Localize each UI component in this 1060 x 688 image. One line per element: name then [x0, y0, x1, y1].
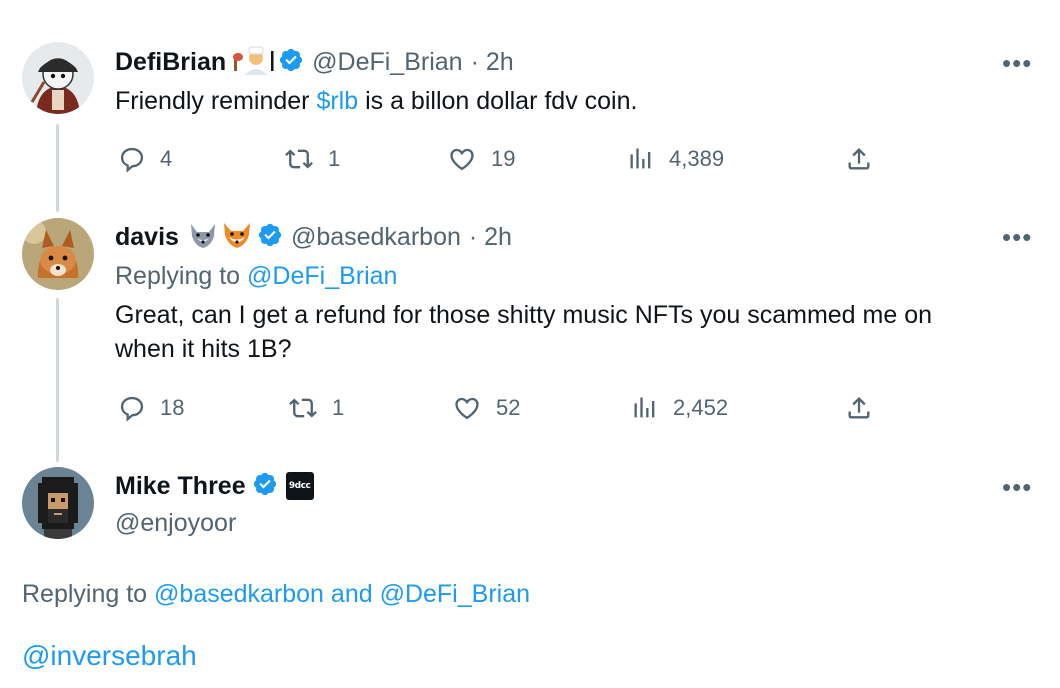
share-button[interactable]	[845, 145, 873, 173]
thread-line	[56, 298, 59, 462]
affiliate-badge[interactable]: 9dcc	[285, 472, 314, 500]
retweet-icon	[288, 394, 318, 422]
more-icon[interactable]: •••	[1002, 224, 1032, 250]
wolf-emoji-icon	[187, 220, 219, 255]
retweet-icon	[284, 145, 314, 173]
like-button[interactable]: 19	[447, 145, 515, 173]
mention-link[interactable]: @basedkarbon	[154, 580, 324, 609]
cashtag-link[interactable]: $rlb	[316, 84, 358, 118]
tweet-text: Friendly reminder $rlb is a billon dolla…	[115, 84, 637, 118]
display-name[interactable]: Mike Three	[115, 472, 246, 501]
display-name[interactable]: davis	[115, 223, 179, 252]
tweet-text-part: Friendly reminder	[115, 87, 317, 115]
share-icon	[845, 394, 873, 422]
views-button[interactable]: 4,389	[627, 145, 724, 173]
mention-link[interactable]: @inversebrah	[22, 640, 197, 672]
reply-button[interactable]: 18	[118, 394, 184, 422]
share-icon	[845, 145, 873, 173]
views-count: 4,389	[669, 146, 725, 171]
tweet-text-line: when it hits 1B?	[115, 335, 292, 363]
more-icon[interactable]: •••	[1002, 50, 1032, 76]
verified-icon	[252, 471, 278, 502]
like-button[interactable]: 52	[452, 394, 520, 422]
views-icon	[627, 145, 655, 173]
verified-icon	[278, 47, 304, 78]
handle[interactable]: @basedkarbon	[291, 223, 461, 252]
tweet-text: Great, can I get a refund for those shit…	[115, 298, 1045, 366]
views-icon	[631, 394, 659, 422]
timestamp[interactable]: · 2h	[471, 48, 514, 77]
like-icon	[452, 394, 482, 422]
replying-label: Replying to	[22, 579, 155, 608]
replying-and: and	[323, 579, 380, 608]
handle[interactable]: @enjoyoor	[115, 509, 236, 538]
retweet-button[interactable]: 1	[284, 145, 340, 173]
avatar[interactable]	[22, 467, 94, 539]
share-button[interactable]	[845, 394, 873, 422]
timestamp[interactable]: · 2h	[469, 223, 512, 252]
tweet-text-line: Great, can I get a refund for those shit…	[115, 301, 933, 329]
reply-icon	[118, 145, 146, 173]
tweet-text-part: is a billon dollar fdv coin.	[358, 87, 638, 115]
reply-icon	[118, 394, 146, 422]
replying-label: Replying to	[115, 261, 248, 290]
retweet-count: 1	[332, 395, 345, 420]
mention-link[interactable]: @DeFi_Brian	[247, 262, 397, 291]
avatar[interactable]	[22, 218, 94, 290]
affiliate-badge-label: 9dcc	[288, 481, 311, 491]
verified-icon	[257, 222, 283, 253]
views-count: 2,452	[673, 395, 729, 420]
retweet-count: 1	[328, 146, 341, 171]
emoji-decoration	[232, 45, 274, 80]
handle[interactable]: @DeFi_Brian	[312, 48, 462, 77]
like-count: 52	[496, 395, 521, 420]
fox-emoji-icon	[221, 220, 253, 255]
views-button[interactable]: 2,452	[631, 394, 728, 422]
mention-link[interactable]: @DeFi_Brian	[380, 580, 530, 609]
like-count: 19	[491, 146, 516, 171]
reply-button[interactable]: 4	[118, 145, 172, 173]
thread-line	[56, 124, 59, 212]
reply-count: 4	[160, 146, 173, 171]
more-icon[interactable]: •••	[1002, 474, 1032, 500]
replying-to: Replying to @DeFi_Brian	[115, 259, 397, 293]
replying-to: Replying to @basedkarbon and @DeFi_Brian	[22, 577, 530, 611]
like-icon	[447, 145, 477, 173]
avatar[interactable]	[22, 42, 94, 114]
retweet-button[interactable]: 1	[288, 394, 344, 422]
display-name[interactable]: DefiBrian	[115, 48, 226, 77]
reply-count: 18	[160, 395, 185, 420]
